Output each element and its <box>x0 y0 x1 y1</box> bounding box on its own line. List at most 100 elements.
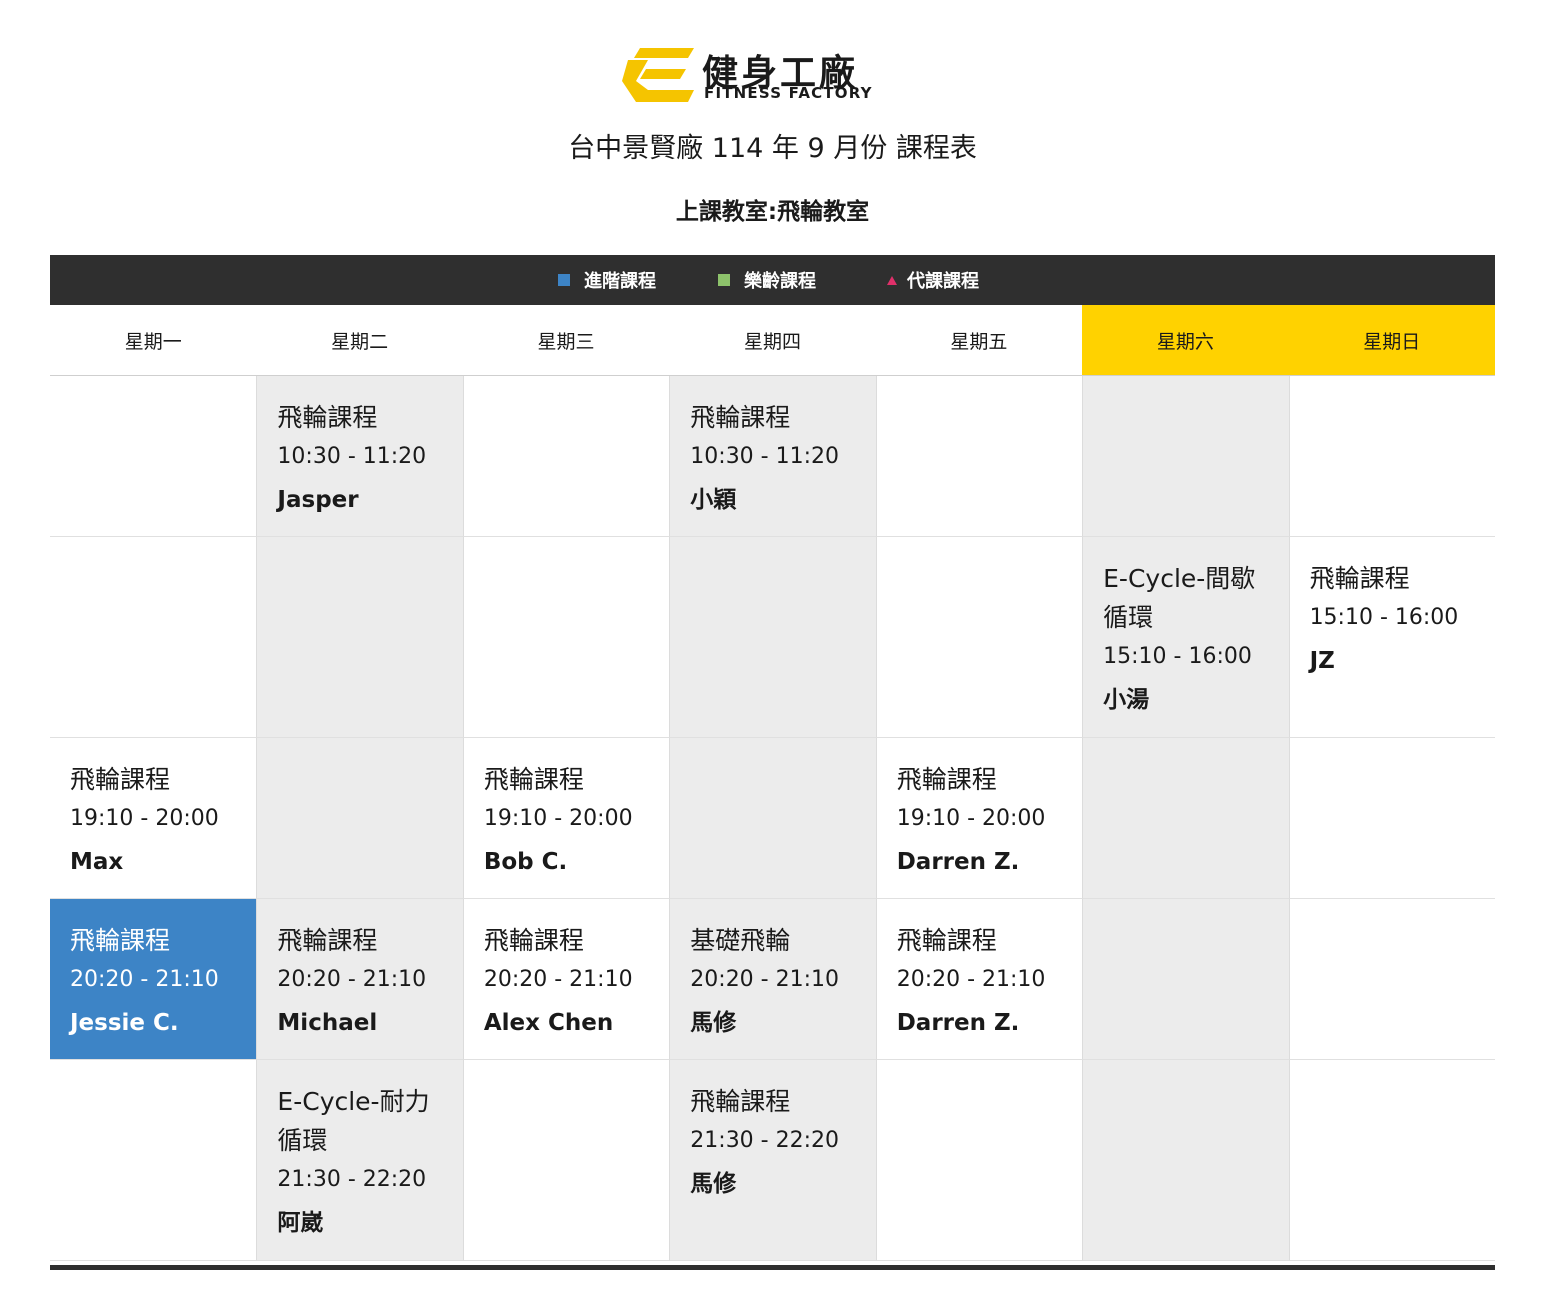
class-cell[interactable]: E-Cycle-間歇循環 15:10 - 16:00 小湯 <box>1082 537 1289 738</box>
empty-cell <box>1082 1060 1289 1261</box>
empty-cell <box>1082 738 1289 899</box>
empty-cell <box>50 1060 257 1261</box>
class-time: 10:30 - 11:20 <box>690 444 840 469</box>
class-cell[interactable]: 飛輪課程 15:10 - 16:00 JZ <box>1288 537 1495 738</box>
class-coach: 小穎 <box>690 487 737 513</box>
class-cell[interactable]: 飛輪課程 10:30 - 11:20 小穎 <box>669 376 876 537</box>
class-coach: Jasper <box>277 487 359 513</box>
class-cell[interactable]: 飛輪課程 19:10 - 20:00 Darren Z. <box>875 738 1083 899</box>
class-coach: Max <box>70 849 124 875</box>
schedule-grid: 星期一 星期二 星期三 星期四 星期五 星期六 星期日 飛輪課程 10:30 - … <box>50 305 1495 1270</box>
empty-cell <box>669 537 876 738</box>
legend-advanced-label: 進階課程 <box>584 271 656 292</box>
fitness-factory-logo-icon <box>622 48 694 102</box>
legend-bar: 進階課程 樂齡課程 代課課程 <box>50 255 1495 305</box>
green-square-icon <box>718 274 730 286</box>
class-cell[interactable]: 飛輪課程 20:20 - 21:10 Jessie C. <box>50 899 257 1060</box>
empty-cell <box>1288 899 1495 1060</box>
class-coach: 馬修 <box>690 1171 737 1197</box>
empty-cell <box>875 1060 1083 1261</box>
class-time: 20:20 - 21:10 <box>277 967 427 992</box>
class-cell[interactable]: 飛輪課程 20:20 - 21:10 Michael <box>256 899 463 1060</box>
day-header-wed: 星期三 <box>462 305 670 376</box>
page-title: 台中景賢廠 114 年 9 月份 課程表 <box>568 133 977 164</box>
class-time: 15:10 - 16:00 <box>1309 605 1459 630</box>
empty-cell <box>462 376 670 537</box>
empty-cell <box>462 1060 670 1261</box>
class-time: 20:20 - 21:10 <box>690 967 840 992</box>
class-time: 21:30 - 22:20 <box>690 1128 840 1153</box>
class-cell[interactable]: 飛輪課程 19:10 - 20:00 Max <box>50 738 257 899</box>
class-time: 15:10 - 16:00 <box>1103 644 1252 669</box>
day-header-tue: 星期二 <box>256 305 463 376</box>
empty-cell <box>669 738 876 899</box>
day-header-sun: 星期日 <box>1288 305 1495 376</box>
class-time: 19:10 - 20:00 <box>896 806 1046 831</box>
class-cell[interactable]: 基礎飛輪 20:20 - 21:10 馬修 <box>669 899 876 1060</box>
empty-cell <box>875 537 1083 738</box>
class-cell[interactable]: 飛輪課程 20:20 - 21:10 Darren Z. <box>875 899 1083 1060</box>
classroom-subtitle: 上課教室:飛輪教室 <box>675 199 870 225</box>
class-coach: 馬修 <box>690 1010 737 1036</box>
empty-cell <box>875 376 1083 537</box>
class-name: 飛輪課程 <box>277 403 378 432</box>
empty-cell <box>256 738 463 899</box>
legend-senior: 樂齡課程 <box>718 255 816 305</box>
class-coach: JZ <box>1309 648 1335 674</box>
class-coach: 阿崴 <box>277 1210 324 1236</box>
empty-cell <box>50 376 257 537</box>
empty-cell <box>1288 738 1495 899</box>
empty-cell <box>1288 376 1495 537</box>
class-name: 飛輪課程 <box>70 926 171 955</box>
class-coach: Darren Z. <box>896 849 1020 875</box>
class-time: 21:30 - 22:20 <box>277 1167 427 1192</box>
empty-cell <box>1082 376 1289 537</box>
brand-name-en: FITNESS FACTORY <box>704 84 873 102</box>
brand-logo: 健身工廠 FITNESS FACTORY <box>622 46 924 104</box>
class-cell[interactable]: 飛輪課程 21:30 - 22:20 馬修 <box>669 1060 876 1261</box>
class-time: 20:20 - 21:10 <box>896 967 1046 992</box>
class-coach: 小湯 <box>1103 687 1150 713</box>
class-time: 20:20 - 21:10 <box>483 967 633 992</box>
class-cell[interactable]: 飛輪課程 20:20 - 21:10 Alex Chen <box>462 899 670 1060</box>
class-cell[interactable]: 飛輪課程 19:10 - 20:00 Bob C. <box>462 738 670 899</box>
legend-substitute: 代課課程 <box>887 255 979 305</box>
class-time: 10:30 - 11:20 <box>277 444 427 469</box>
class-name: 飛輪課程 <box>70 765 171 794</box>
class-time: 19:10 - 20:00 <box>70 806 219 831</box>
class-time: 19:10 - 20:00 <box>483 806 633 831</box>
empty-cell <box>1288 1060 1495 1261</box>
class-coach: Jessie C. <box>70 1010 179 1036</box>
day-header-fri: 星期五 <box>875 305 1083 376</box>
empty-cell <box>462 537 670 738</box>
class-name: 飛輪課程 <box>277 926 378 955</box>
class-cell[interactable]: E-Cycle-耐力循環 21:30 - 22:20 阿崴 <box>256 1060 463 1261</box>
class-name: 飛輪課程 <box>690 403 791 432</box>
class-name: 飛輪課程 <box>1309 564 1410 593</box>
pink-triangle-icon <box>887 275 897 285</box>
class-coach: Michael <box>277 1010 378 1036</box>
class-coach: Alex Chen <box>483 1010 614 1036</box>
class-name: E-Cycle-間歇循環 <box>1103 564 1256 632</box>
class-name: 飛輪課程 <box>483 926 584 955</box>
day-header-mon: 星期一 <box>50 305 257 376</box>
empty-cell <box>256 537 463 738</box>
legend-substitute-label: 代課課程 <box>907 271 979 292</box>
class-name: 基礎飛輪 <box>690 926 791 955</box>
empty-cell <box>50 537 257 738</box>
class-name: 飛輪課程 <box>896 926 997 955</box>
class-cell[interactable]: 飛輪課程 10:30 - 11:20 Jasper <box>256 376 463 537</box>
class-coach: Bob C. <box>483 849 568 875</box>
class-name: E-Cycle-耐力循環 <box>277 1087 430 1155</box>
class-coach: Darren Z. <box>896 1010 1020 1036</box>
class-time: 20:20 - 21:10 <box>70 967 219 992</box>
day-header-sat: 星期六 <box>1082 305 1289 376</box>
day-header-thu: 星期四 <box>669 305 876 376</box>
empty-cell <box>1082 899 1289 1060</box>
legend-advanced: 進階課程 <box>558 255 656 305</box>
blue-square-icon <box>558 274 570 286</box>
class-name: 飛輪課程 <box>483 765 584 794</box>
class-name: 飛輪課程 <box>896 765 997 794</box>
class-name: 飛輪課程 <box>690 1087 791 1116</box>
legend-senior-label: 樂齡課程 <box>744 271 816 292</box>
